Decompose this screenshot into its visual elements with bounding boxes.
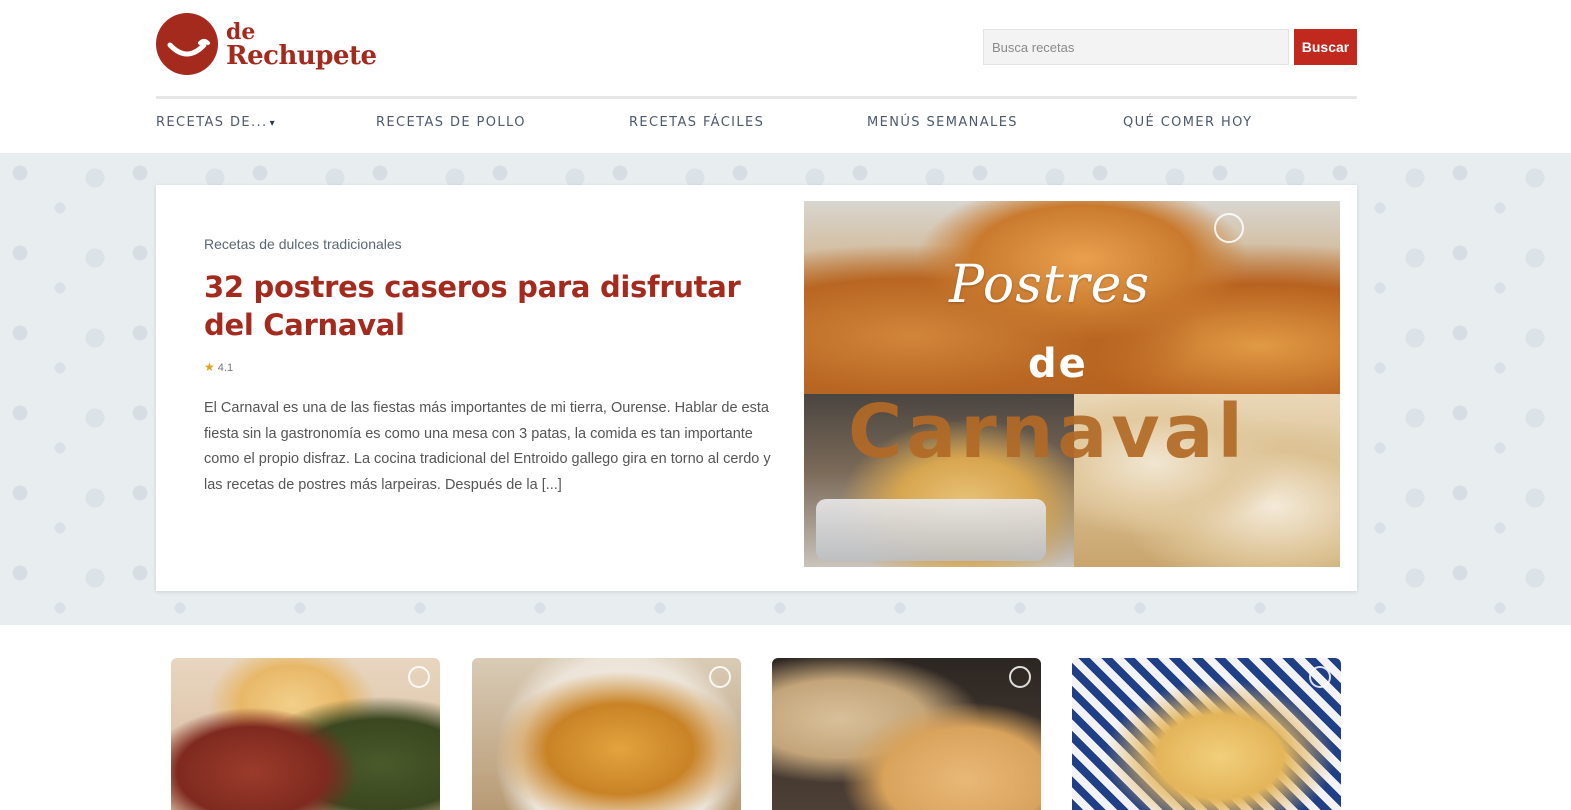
article-image[interactable]: Postres de Carnaval: [804, 201, 1340, 567]
recipe-card-image-4[interactable]: [1072, 658, 1341, 810]
recipe-card-image-3[interactable]: [772, 658, 1041, 810]
rating-value: 4.1: [217, 362, 234, 374]
nav-item-menus-semanales[interactable]: MENÚS SEMANALES: [867, 115, 1018, 130]
nav-item-label: RECETAS DE...: [156, 115, 268, 130]
article-category[interactable]: Recetas de dulces tradicionales: [204, 236, 402, 252]
article-title[interactable]: 32 postres caseros para disfrutar del Ca…: [204, 268, 764, 344]
logo-de-text: de: [226, 19, 256, 45]
article-rating: ★ 4.1: [204, 360, 233, 374]
recipe-card-image-1[interactable]: [171, 658, 440, 810]
logo-name-text: Rechupete: [226, 41, 377, 71]
nav-item-que-comer-hoy[interactable]: QUÉ COMER HOY: [1123, 115, 1252, 130]
chevron-down-icon: ▾: [269, 118, 276, 129]
watermark-logo-icon: [1214, 213, 1244, 243]
search-button[interactable]: Buscar: [1294, 29, 1357, 65]
star-icon: ★: [204, 360, 215, 374]
logo-smile-icon: [156, 13, 218, 75]
site-header: de Rechupete Busca r: [0, 0, 1571, 96]
header-divider: [156, 96, 1357, 99]
search-input[interactable]: [983, 29, 1289, 65]
site-logo[interactable]: de Rechupete: [156, 13, 401, 75]
watermark-logo-icon: [709, 666, 731, 688]
watermark-logo-icon: [1009, 666, 1031, 688]
nav-item-recetas-de-pollo[interactable]: RECETAS DE POLLO: [376, 115, 526, 130]
image-title-line-2: de: [1028, 341, 1088, 387]
article-excerpt: El Carnaval es una de las fiestas más im…: [204, 400, 771, 493]
recipe-card-image-2[interactable]: [472, 658, 741, 810]
nav-item-recetas-de[interactable]: RECETAS DE... ▾: [156, 115, 276, 130]
watermark-logo-icon: [408, 666, 430, 688]
image-title-line-1: Postres: [949, 255, 1151, 315]
image-title-line-3: Carnaval: [848, 389, 1247, 475]
image-tray: [816, 499, 1046, 561]
watermark-logo-icon: [1309, 666, 1331, 688]
nav-item-recetas-faciles[interactable]: RECETAS FÁCILES: [629, 115, 764, 130]
